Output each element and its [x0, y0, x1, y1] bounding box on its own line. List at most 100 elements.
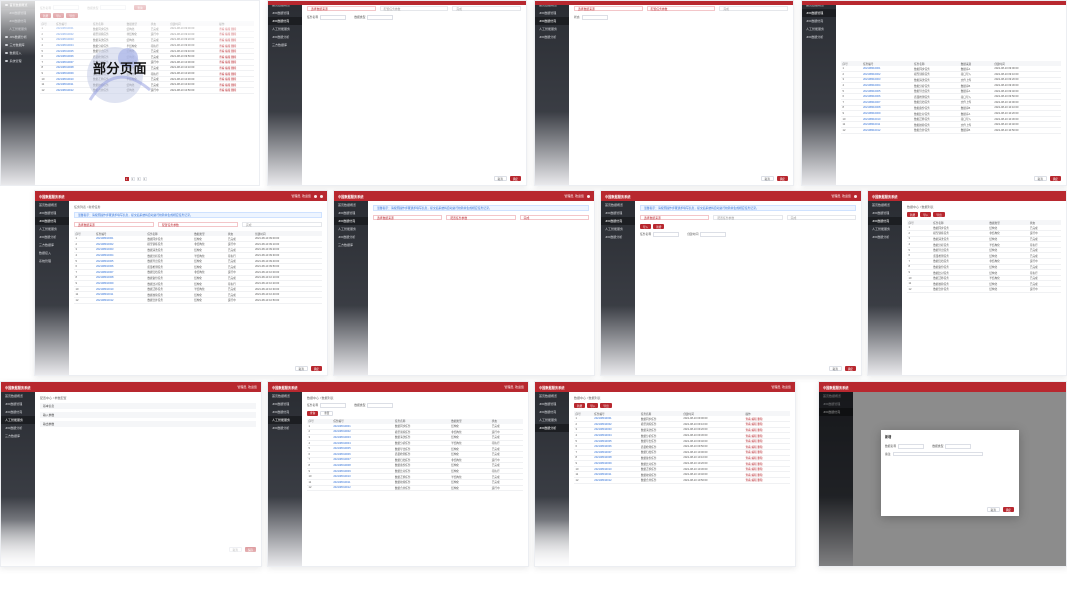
sidebar-item[interactable]: JPA数据分析 — [1, 424, 35, 432]
type-select[interactable] — [367, 403, 394, 408]
sidebar-item[interactable]: 首页数据概览 — [868, 201, 902, 209]
export-button[interactable]: 导出 — [933, 212, 945, 217]
sidebar-item[interactable]: 首页数据概览 — [601, 201, 635, 209]
name-input[interactable] — [320, 403, 347, 408]
confirm-button[interactable]: 确定 — [509, 176, 521, 181]
sidebar-item[interactable]: JPA数据仿真 — [1, 408, 35, 416]
sidebar-item[interactable]: 三方数据库 — [334, 241, 368, 249]
sidebar-item[interactable]: 人工智能服务 — [601, 225, 635, 233]
confirm-button[interactable]: 确定 — [1049, 176, 1061, 181]
sidebar-item[interactable]: 系统管理 — [35, 257, 69, 265]
confirm-button[interactable]: 确定 — [310, 366, 322, 371]
sidebar-item[interactable]: 人工智能服务 — [35, 225, 69, 233]
query-button[interactable]: 查询 — [307, 410, 319, 416]
page-button[interactable]: 4 — [142, 177, 147, 181]
sidebar-item[interactable]: JPA数据管理 — [1, 400, 35, 408]
add-button[interactable]: 新增 — [653, 224, 665, 229]
user-name[interactable]: 管理员, 欢迎您 — [291, 194, 311, 198]
sidebar-item[interactable]: 首页数据概览 — [334, 201, 368, 209]
sidebar-item[interactable]: JPA数据管理 — [802, 9, 836, 17]
sidebar-item[interactable]: JPA数据管理 — [334, 209, 368, 217]
sidebar-item[interactable]: 人工智能服务 — [802, 25, 836, 33]
sidebar-item[interactable]: JPA数据仿真 — [268, 408, 302, 416]
page-button[interactable]: 3 — [136, 177, 141, 181]
cancel-button[interactable]: 取消 — [828, 366, 842, 371]
add-button[interactable]: 新增 — [574, 403, 586, 408]
sidebar-item[interactable]: JPA数据分析 — [35, 233, 69, 241]
sidebar-item[interactable]: JPA数据仿真 — [601, 217, 635, 225]
sidebar-item[interactable]: JPA数据管理 — [601, 209, 635, 217]
bell-icon[interactable] — [314, 194, 317, 198]
sidebar-item[interactable]: JPA数据仿真 — [802, 17, 836, 25]
date-input[interactable] — [700, 232, 727, 237]
sidebar-item[interactable]: JPA数据仿真 — [535, 408, 569, 416]
remark-input[interactable] — [892, 451, 983, 456]
confirm-button[interactable]: 确定 — [844, 366, 856, 371]
export-button[interactable]: 导出 — [600, 403, 612, 408]
sidebar-item[interactable]: 人工智能服务 — [334, 225, 368, 233]
sidebar-item[interactable]: JPA数据管理 — [535, 9, 569, 17]
import-button[interactable]: 导入 — [587, 403, 599, 408]
sidebar-item[interactable]: JPA数据分析 — [268, 33, 302, 41]
sidebar-item[interactable]: JPA数据分析 — [535, 33, 569, 41]
type-select[interactable] — [367, 15, 394, 20]
sidebar-item[interactable]: 首页数据概览 — [35, 201, 69, 209]
name-input[interactable] — [320, 15, 347, 20]
bell-icon[interactable] — [587, 194, 590, 198]
data-type-select[interactable] — [945, 444, 972, 449]
page-button[interactable]: 2 — [130, 177, 135, 181]
sidebar-item[interactable]: 首页数据概览 — [535, 392, 569, 400]
confirm-button[interactable]: 确定 — [1002, 507, 1014, 512]
name-input[interactable] — [653, 232, 680, 237]
sidebar-item[interactable]: 系统管理 — [1, 57, 35, 65]
sidebar-item[interactable]: 人工智能服务 — [868, 225, 902, 233]
data-name-input[interactable] — [898, 444, 925, 449]
table-cell[interactable]: 202108010012 — [861, 127, 913, 134]
table-cell[interactable]: 202108010012 — [592, 477, 640, 484]
sidebar-item[interactable]: JPA数据仿真 — [35, 217, 69, 225]
sidebar-item[interactable]: 三方数据库 — [1, 432, 35, 440]
sidebar-item[interactable]: 三方数据库 — [35, 241, 69, 249]
import-button[interactable]: 导入 — [640, 224, 652, 229]
sidebar-item[interactable]: JPA数据仿真 — [268, 17, 302, 25]
sidebar-item[interactable]: JPA数据分析 — [334, 233, 368, 241]
sidebar-item[interactable]: 首页数据概览 — [1, 392, 35, 400]
sidebar-item[interactable]: JPA数据仿真 — [868, 217, 902, 225]
sidebar-item[interactable]: JPA数据分析 — [601, 233, 635, 241]
sidebar-item[interactable]: 人工智能服务 — [535, 25, 569, 33]
sidebar-item[interactable]: JPA数据分析 — [802, 33, 836, 41]
add-button[interactable]: 新增 — [907, 212, 919, 217]
user-name[interactable]: 管理员, 欢迎您 — [831, 194, 851, 198]
sidebar-item[interactable]: JPA数据仿真 — [334, 217, 368, 225]
sidebar-item[interactable]: 数据接入 — [35, 249, 69, 257]
cancel-button[interactable]: 取消 — [294, 366, 308, 371]
sidebar-item[interactable]: 首页数据概览 — [268, 392, 302, 400]
sidebar-item[interactable]: 三方数据库 — [268, 41, 302, 49]
sidebar-item[interactable]: 人工智能服务 — [268, 25, 302, 33]
sidebar-item[interactable]: JPA数据管理 — [868, 209, 902, 217]
table-cell[interactable]: 202108010012 — [331, 485, 394, 492]
user-name[interactable]: 管理员, 欢迎您 — [504, 385, 524, 389]
confirm-button[interactable]: 确定 — [776, 176, 788, 181]
sidebar-item[interactable]: JPA数据分析 — [868, 233, 902, 241]
sidebar-item[interactable]: JPA数据仿真 — [535, 17, 569, 25]
table-cell[interactable]: 202108010012 — [94, 297, 146, 304]
cancel-button[interactable]: 取消 — [760, 176, 774, 181]
sidebar-item[interactable]: JPA数据管理 — [268, 9, 302, 17]
cancel-button[interactable]: 取消 — [493, 176, 507, 181]
bell-icon[interactable] — [854, 194, 857, 198]
sidebar-item[interactable]: JPA数据分析 — [268, 424, 302, 432]
cancel-button[interactable]: 取消 — [1033, 176, 1047, 181]
user-name[interactable]: 管理员, 欢迎您 — [237, 385, 257, 389]
sidebar-item[interactable]: JPA数据管理 — [35, 209, 69, 217]
gear-icon[interactable] — [320, 194, 323, 198]
sidebar-item[interactable]: JPA数据管理 — [268, 400, 302, 408]
row-actions[interactable]: 查看 编辑 删除 — [744, 477, 790, 484]
status-select[interactable] — [581, 15, 608, 20]
user-name[interactable]: 管理员, 欢迎您 — [564, 194, 584, 198]
page-button[interactable]: 1 — [124, 177, 129, 181]
sidebar-item[interactable]: JPA数据分析 — [535, 424, 569, 432]
import-button[interactable]: 导入 — [920, 212, 932, 217]
reset-button[interactable]: 重置 — [320, 410, 334, 416]
sidebar-item[interactable]: JPA数据管理 — [535, 400, 569, 408]
